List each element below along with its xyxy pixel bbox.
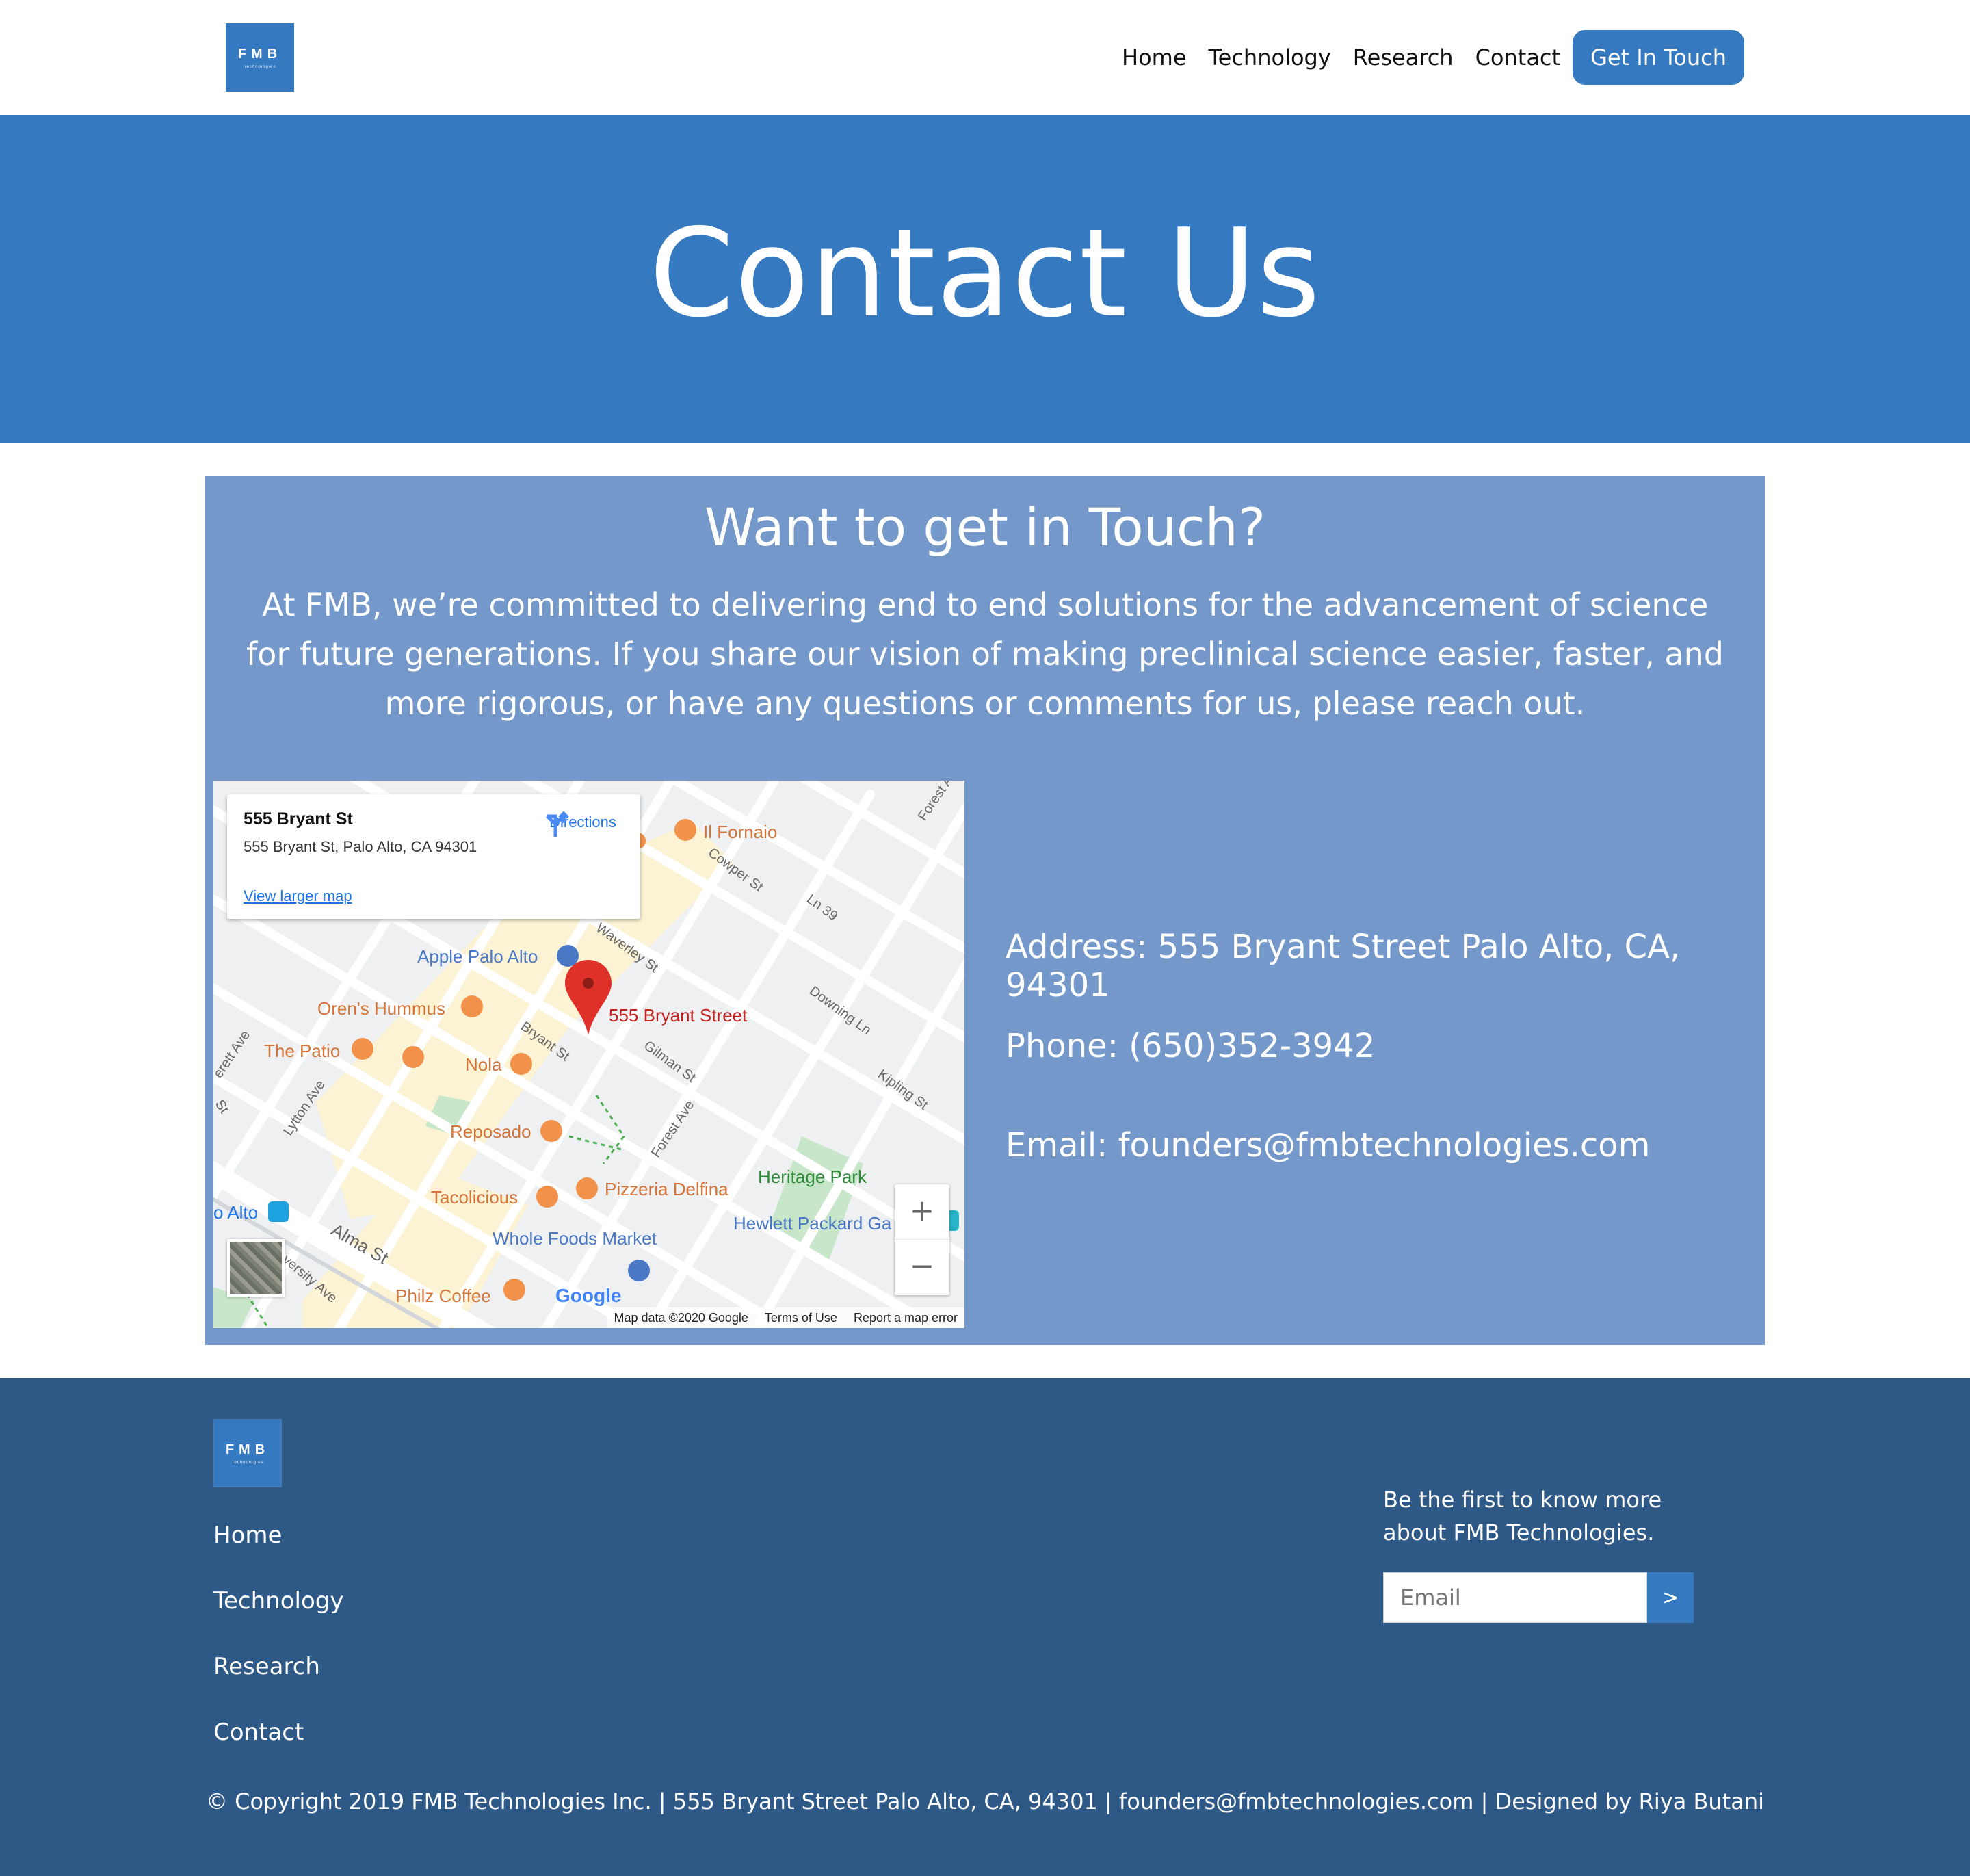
newsletter-form: > <box>1383 1572 1694 1623</box>
nav-research[interactable]: Research <box>1353 44 1454 70</box>
footer-nav-home[interactable]: Home <box>213 1518 343 1584</box>
map-label-tacolicious: Tacolicious <box>431 1187 518 1208</box>
google-logo: Google <box>555 1285 621 1306</box>
nav-contact[interactable]: Contact <box>1475 44 1561 70</box>
map-label-orens: Oren's Hummus <box>317 998 445 1019</box>
directions-button[interactable]: Directions <box>542 811 624 837</box>
map-terms-link[interactable]: Terms of Use <box>765 1311 837 1325</box>
map-marker-label: 555 Bryant Street <box>609 1005 748 1026</box>
site-footer: FMB Technologies Home Technology Researc… <box>0 1378 1970 1876</box>
map-label-nola: Nola <box>465 1054 502 1075</box>
get-in-touch-button[interactable]: Get In Touch <box>1573 30 1744 85</box>
newsletter-submit-button[interactable]: > <box>1647 1572 1694 1623</box>
google-map[interactable]: Il Fornaio Apple Palo Alto Oren's Hummus… <box>213 781 964 1328</box>
map-label-heritage: Heritage Park <box>758 1167 867 1187</box>
map-data-text: Map data ©2020 Google <box>614 1310 748 1325</box>
map-label-station: o Alto <box>213 1202 258 1223</box>
map-label-hewlett: Hewlett Packard Ga <box>733 1213 892 1234</box>
contact-intro: At FMB, we’re committed to delivering en… <box>246 586 1724 722</box>
footer-logo-subtext: Technologies <box>231 1460 264 1465</box>
contact-email: Email: founders@fmbtechnologies.com <box>1006 1126 1651 1164</box>
site-header: FMB Technologies Home Technology Researc… <box>0 0 1970 115</box>
footer-nav-technology[interactable]: Technology <box>213 1584 343 1650</box>
logo-text: FMB <box>237 46 283 62</box>
satellite-toggle[interactable] <box>227 1239 285 1297</box>
hero-banner: Contact Us <box>0 115 1970 443</box>
footer-logo[interactable]: FMB Technologies <box>213 1419 282 1487</box>
map-label-patio: The Patio <box>264 1041 340 1061</box>
main-nav: Home Technology Research Contact Get In … <box>1122 30 1744 85</box>
logo-subtext: Technologies <box>244 64 276 69</box>
map-place-title: 555 Bryant St <box>244 809 353 829</box>
map-place-address: 555 Bryant St, Palo Alto, CA 94301 <box>244 838 477 855</box>
copyright-text: © Copyright 2019 FMB Technologies Inc. |… <box>205 1788 1765 1814</box>
footer-nav-contact[interactable]: Contact <box>213 1715 343 1781</box>
zoom-out-button[interactable]: − <box>895 1240 949 1295</box>
page-title: Contact Us <box>648 203 1322 344</box>
brand-logo[interactable]: FMB Technologies <box>226 23 294 92</box>
footer-nav-research[interactable]: Research <box>213 1650 343 1715</box>
nav-home[interactable]: Home <box>1122 44 1187 70</box>
view-larger-map-link[interactable]: View larger map <box>244 887 352 905</box>
map-report-link[interactable]: Report a map error <box>854 1311 958 1325</box>
newsletter-email-input[interactable] <box>1383 1572 1647 1623</box>
directions-icon <box>546 811 569 837</box>
zoom-controls: + − <box>895 1184 949 1295</box>
footer-logo-text: FMB <box>225 1442 270 1457</box>
map-label-il-fornaio: Il Fornaio <box>703 822 777 842</box>
nav-technology[interactable]: Technology <box>1209 44 1331 70</box>
map-info-window: 555 Bryant St 555 Bryant St, Palo Alto, … <box>227 794 640 919</box>
map-label-philz: Philz Coffee <box>395 1286 491 1306</box>
map-label-whole-foods: Whole Foods Market <box>492 1228 657 1249</box>
newsletter-text: Be the first to know more about FMB Tech… <box>1383 1487 1662 1546</box>
footer-nav: Home Technology Research Contact <box>213 1518 343 1781</box>
map-label-apple: Apple Palo Alto <box>417 946 538 967</box>
map-label-pizzeria: Pizzeria Delfina <box>605 1179 728 1199</box>
contact-card: Want to get in Touch? At FMB, we’re comm… <box>205 476 1765 1345</box>
contact-address: Address: 555 Bryant Street Palo Alto, CA… <box>1006 928 1681 1004</box>
map-label-reposado: Reposado <box>450 1121 531 1142</box>
zoom-in-button[interactable]: + <box>895 1184 949 1240</box>
contact-phone: Phone: (650)352-3942 <box>1006 1027 1376 1065</box>
map-attribution: Map data ©2020 Google Terms of Use Repor… <box>607 1307 964 1328</box>
contact-heading: Want to get in Touch? <box>704 497 1266 558</box>
